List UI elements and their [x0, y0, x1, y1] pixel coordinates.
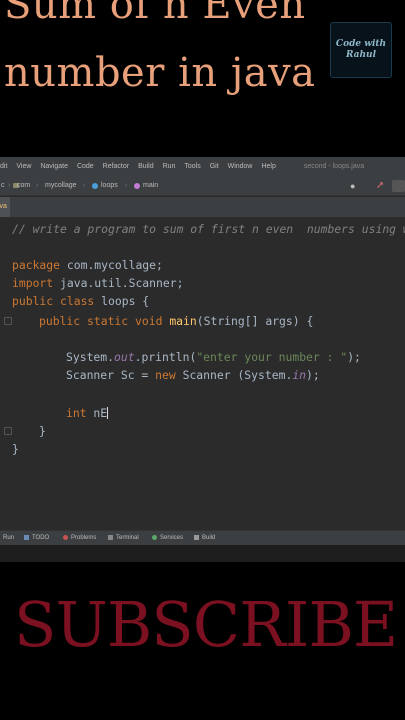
breadcrumb-item-root[interactable]: c [1, 177, 5, 195]
breadcrumb-item-mycollage[interactable]: mycollage [45, 177, 77, 195]
code-line-package: package com.mycollage; [12, 258, 163, 272]
breadcrumb-item-loops[interactable]: loops [101, 177, 118, 195]
chevron-right-icon: › [36, 182, 39, 189]
menu-tools[interactable]: Tools [184, 157, 200, 177]
menu-refactor[interactable]: Refactor [103, 157, 129, 177]
code-line-scanner: Scanner Sc = new Scanner (System.in); [66, 368, 320, 382]
terminal-icon [108, 535, 113, 540]
menu-git[interactable]: Git [210, 157, 219, 177]
code-line-comment: // write a program to sum of first n eve… [12, 222, 405, 236]
ide-bottom-area [0, 545, 405, 562]
tool-problems[interactable]: Problems [63, 531, 96, 545]
tool-window-bar: Run TODO Problems Terminal Services Buil… [0, 530, 405, 545]
menu-window[interactable]: Window [228, 157, 253, 177]
fold-icon[interactable] [4, 317, 12, 325]
tool-run[interactable]: Run [3, 531, 14, 545]
window-title: second - loops.java [303, 163, 365, 170]
menu-edit[interactable]: dit [0, 157, 7, 177]
build-icon [194, 535, 199, 540]
ide-window: dit View Navigate Code Refactor Build Ru… [0, 157, 405, 562]
text-caret [107, 407, 109, 419]
menu-view[interactable]: View [16, 157, 31, 177]
menu-bar: dit View Navigate Code Refactor Build Ru… [0, 157, 405, 178]
todo-icon [24, 535, 29, 540]
code-line-close-method: } [39, 424, 46, 438]
menu-build[interactable]: Build [138, 157, 154, 177]
hammer-icon[interactable]: ➚ [376, 177, 384, 195]
menu-code[interactable]: Code [77, 157, 94, 177]
user-icon[interactable]: ● [350, 177, 355, 195]
channel-logo-line1: Code with [335, 39, 387, 49]
menu-run[interactable]: Run [163, 157, 176, 177]
chevron-right-icon: › [125, 182, 128, 189]
video-title-line1: Sum of n Even [4, 0, 306, 28]
code-line-println: System.out.println("enter your number : … [66, 350, 361, 364]
tool-terminal[interactable]: Terminal [108, 531, 139, 545]
code-line-close-class: } [12, 442, 19, 456]
editor-tab-bar: java [0, 197, 405, 218]
chevron-right-icon: › [8, 182, 11, 189]
code-line-main: public static void main(String[] args) { [39, 314, 314, 328]
code-line-import: import java.util.Scanner; [12, 276, 184, 290]
breadcrumb-item-main[interactable]: main [143, 177, 158, 195]
tool-services[interactable]: Services [152, 531, 183, 545]
chevron-right-icon: › [83, 182, 86, 189]
channel-logo: Code with Rahul [330, 22, 392, 78]
channel-logo-line2: Rahul [345, 50, 377, 60]
code-editor[interactable]: // write a program to sum of first n eve… [0, 217, 405, 530]
menu-navigate[interactable]: Navigate [40, 157, 68, 177]
code-line-int: int nE [66, 406, 109, 420]
services-icon [152, 535, 157, 540]
fold-icon[interactable] [4, 427, 12, 435]
video-title-line2: number in java [4, 50, 316, 96]
code-line-class: public class loops { [12, 294, 150, 308]
breadcrumb: c › com › mycollage › loops › main ● ➚ [0, 177, 405, 196]
tool-todo[interactable]: TODO [24, 531, 49, 545]
run-config-dropdown[interactable] [392, 180, 405, 192]
tab-loops-java[interactable]: java [0, 197, 10, 217]
breadcrumb-item-com[interactable]: com [17, 177, 30, 195]
class-icon [92, 183, 98, 189]
subscribe-banner: SUBSCRIBE [14, 588, 398, 661]
method-icon [134, 183, 140, 189]
menu-help[interactable]: Help [261, 157, 275, 177]
tool-build[interactable]: Build [194, 531, 215, 545]
problems-icon [63, 535, 68, 540]
